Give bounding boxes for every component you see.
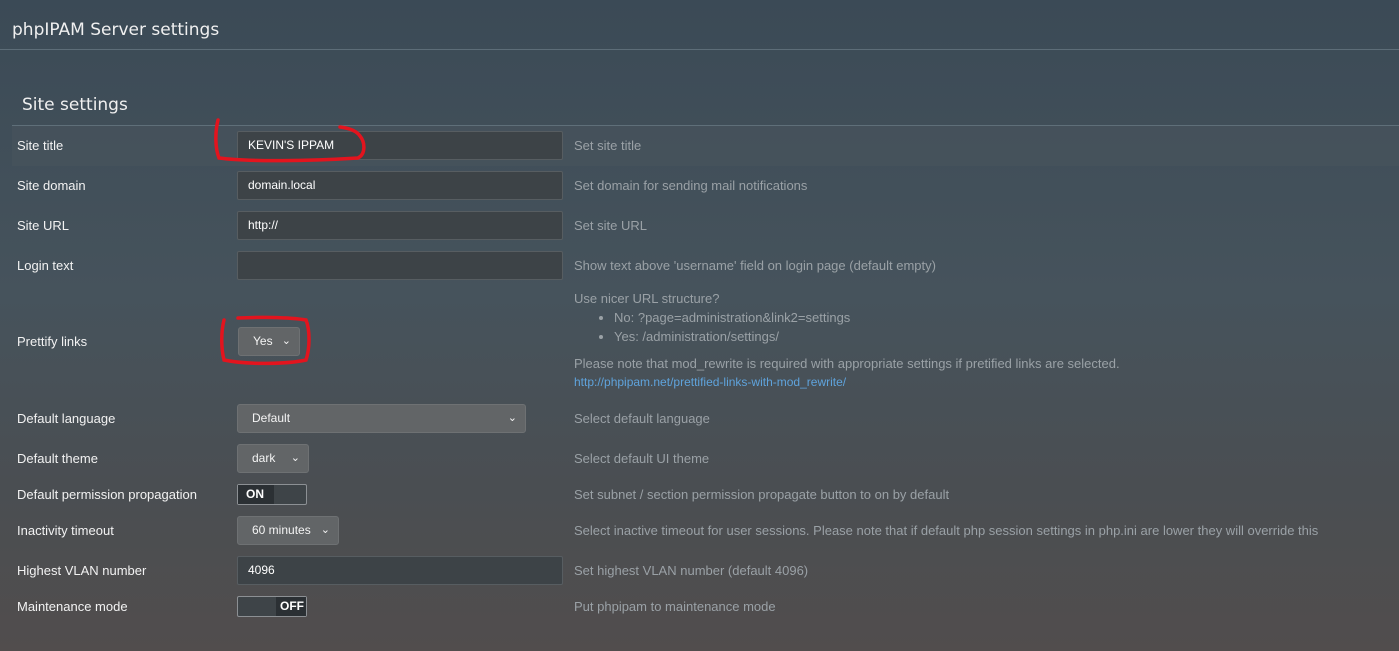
- highest-vlan-input[interactable]: 4096: [237, 556, 563, 585]
- row-default-theme: Default theme dark ⌄ Select default UI t…: [12, 438, 1399, 478]
- row-inactivity-timeout: Inactivity timeout 60 minutes ⌄ Select i…: [12, 512, 1399, 552]
- site-url-input[interactable]: http://: [237, 211, 563, 240]
- site-url-description: Set site URL: [574, 218, 647, 233]
- highest-vlan-description: Set highest VLAN number (default 4096): [574, 563, 809, 578]
- site-title-input[interactable]: KEVIN'S IPPAM: [237, 131, 563, 160]
- default-language-select[interactable]: Default ⌄: [237, 404, 526, 433]
- default-theme-description: Select default UI theme: [574, 451, 710, 466]
- permission-propagation-label: Default permission propagation: [17, 487, 197, 502]
- inactivity-timeout-description: Select inactive timeout for user session…: [574, 523, 1319, 538]
- chevron-down-icon: ⌄: [507, 412, 517, 424]
- row-highest-vlan: Highest VLAN number 4096 Set highest VLA…: [12, 552, 1399, 590]
- prettify-links-help: Use nicer URL structure? No: ?page=admin…: [574, 291, 1120, 389]
- row-login-text: Login text Show text above 'username' fi…: [12, 246, 1399, 286]
- site-url-label: Site URL: [17, 218, 70, 233]
- row-site-domain: Site domain domain.local Set domain for …: [12, 166, 1399, 206]
- default-theme-label: Default theme: [17, 451, 98, 466]
- inactivity-timeout-select[interactable]: 60 minutes ⌄: [237, 516, 339, 545]
- site-domain-input[interactable]: domain.local: [237, 171, 563, 200]
- prettify-links-help-link[interactable]: http://phpipam.net/prettified-links-with…: [574, 375, 846, 389]
- default-language-label: Default language: [17, 411, 116, 426]
- prettify-links-help-title: Use nicer URL structure?: [574, 291, 720, 306]
- default-theme-select[interactable]: dark ⌄: [237, 444, 309, 473]
- prettify-links-value: Yes: [253, 334, 273, 348]
- list-item: No: ?page=administration&link2=settings: [614, 308, 1120, 327]
- default-theme-value: dark: [252, 451, 276, 465]
- row-prettify-links: Prettify links Yes ⌄ Use nicer URL struc…: [12, 286, 1399, 398]
- page-header: phpIPAM Server settings: [0, 0, 1399, 50]
- row-default-language: Default language Default ⌄ Select defaul…: [12, 398, 1399, 438]
- inactivity-timeout-value: 60 minutes: [252, 523, 311, 537]
- site-title-description: Set site title: [574, 138, 642, 153]
- default-language-description: Select default language: [574, 411, 710, 426]
- row-site-title: Site title KEVIN'S IPPAM Set site title: [12, 126, 1399, 166]
- section-title: Site settings: [22, 95, 128, 115]
- login-text-input[interactable]: [237, 251, 563, 280]
- prettify-links-options-list: No: ?page=administration&link2=settings …: [574, 308, 1120, 346]
- page-title: phpIPAM Server settings: [12, 20, 220, 40]
- row-maintenance-mode: Maintenance mode OFF Put phpipam to main…: [12, 590, 1399, 624]
- permission-propagation-toggle[interactable]: ON: [237, 484, 307, 505]
- default-language-value: Default: [252, 411, 291, 425]
- row-site-url: Site URL http:// Set site URL: [12, 206, 1399, 246]
- highest-vlan-label: Highest VLAN number: [17, 563, 147, 578]
- list-item: Yes: /administration/settings/: [614, 327, 1120, 346]
- inactivity-timeout-label: Inactivity timeout: [17, 523, 114, 538]
- maintenance-mode-description: Put phpipam to maintenance mode: [574, 599, 776, 614]
- site-title-label: Site title: [17, 138, 64, 153]
- chevron-down-icon: ⌄: [290, 452, 300, 464]
- toggle-on-label: ON: [238, 485, 274, 504]
- maintenance-mode-label: Maintenance mode: [17, 599, 128, 614]
- prettify-links-note: Please note that mod_rewrite is required…: [574, 356, 1120, 371]
- row-permission-propagation: Default permission propagation ON Set su…: [12, 478, 1399, 512]
- permission-propagation-description: Set subnet / section permission propagat…: [574, 487, 950, 502]
- prettify-links-label: Prettify links: [17, 334, 88, 349]
- login-text-label: Login text: [17, 258, 74, 273]
- site-domain-label: Site domain: [17, 178, 86, 193]
- prettify-links-select[interactable]: Yes ⌄: [238, 327, 300, 356]
- toggle-off-label: OFF: [276, 597, 306, 616]
- login-text-description: Show text above 'username' field on logi…: [574, 258, 936, 273]
- site-domain-description: Set domain for sending mail notification…: [574, 178, 808, 193]
- maintenance-mode-toggle[interactable]: OFF: [237, 596, 307, 617]
- chevron-down-icon: ⌄: [320, 524, 330, 536]
- chevron-down-icon: ⌄: [281, 335, 291, 347]
